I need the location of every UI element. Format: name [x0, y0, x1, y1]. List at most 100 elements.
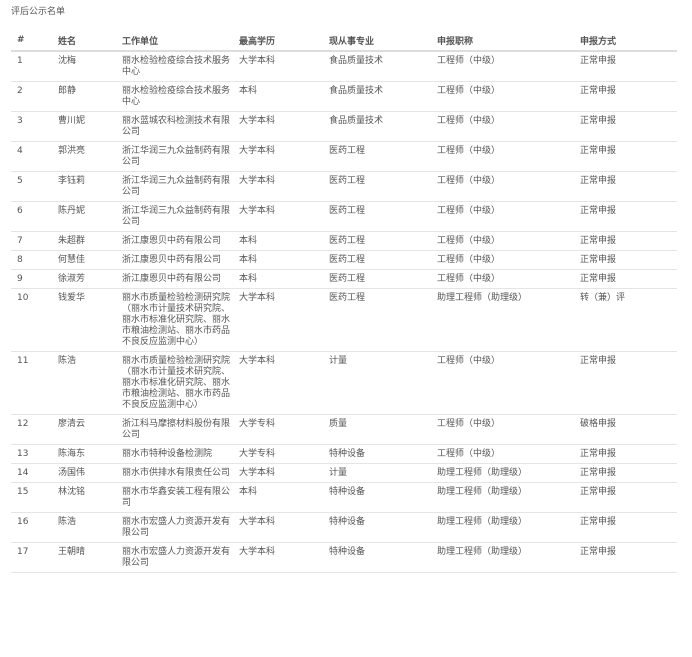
row-title-applied: 工程师（中级） [431, 351, 574, 415]
row-name: 陈丹妮 [52, 201, 116, 232]
table-row: 3 曹川妮 丽水蓝城农科检测技术有限公司 大学本科 食品质量技术 工程师（中级） 正常申报 [11, 111, 677, 142]
row-title-applied: 工程师（中级） [431, 111, 574, 142]
row-name: 陈浩 [52, 351, 116, 415]
row-employer: 丽水检验检疫综合技术服务中心 [116, 81, 233, 112]
table-header: # 姓名 工作单位 最高学历 现从事专业 申报职称 申报方式 [11, 30, 677, 52]
table-row: 6 陈丹妮 浙江华润三九众益制药有限公司 大学本科 医药工程 工程师（中级） 正常申报 [11, 201, 677, 232]
row-name: 沈梅 [52, 51, 116, 82]
row-application-method: 正常申报 [574, 269, 677, 289]
row-education: 大学本科 [233, 201, 323, 232]
row-employer: 丽水市质量检验检测研究院（丽水市计量技术研究院、丽水市标准化研究院、丽水市粮油检… [116, 288, 233, 352]
row-application-method: 正常申报 [574, 141, 677, 172]
header-index: # [11, 30, 52, 52]
table-row: 4 郭洪亮 浙江华润三九众益制药有限公司 大学本科 医药工程 工程师（中级） 正常申报 [11, 141, 677, 172]
row-index: 17 [11, 542, 52, 573]
row-specialty: 特种设备 [323, 444, 431, 464]
results-table: # 姓名 工作单位 最高学历 现从事专业 申报职称 申报方式 1 沈梅 丽水检验检疫… [11, 30, 677, 573]
row-index: 14 [11, 463, 52, 483]
row-application-method: 转（兼）评 [574, 288, 677, 352]
row-title-applied: 工程师（中级） [431, 201, 574, 232]
row-title-applied: 助理工程师（助理级） [431, 512, 574, 543]
page-title: 评后公示名单 [11, 7, 66, 17]
row-index: 12 [11, 414, 52, 445]
row-name: 曹川妮 [52, 111, 116, 142]
row-index: 1 [11, 51, 52, 82]
row-name: 何慧佳 [52, 250, 116, 270]
row-employer: 浙江华润三九众益制药有限公司 [116, 141, 233, 172]
row-index: 3 [11, 111, 52, 142]
row-education: 大学本科 [233, 463, 323, 483]
row-employer: 丽水市质量检验检测研究院（丽水市计量技术研究院、丽水市标准化研究院、丽水市粮油检… [116, 351, 233, 415]
table-row: 10 钱爱华 丽水市质量检验检测研究院（丽水市计量技术研究院、丽水市标准化研究院、丽… [11, 288, 677, 352]
table-row: 8 何慧佳 浙江康恩贝中药有限公司 本科 医药工程 工程师（中级） 正常申报 [11, 250, 677, 270]
row-index: 10 [11, 288, 52, 352]
row-employer: 丽水市特种设备检测院 [116, 444, 233, 464]
table-row: 2 郎静 丽水检验检疫综合技术服务中心 本科 食品质量技术 工程师（中级） 正常申报 [11, 81, 677, 112]
row-name: 汤国伟 [52, 463, 116, 483]
row-index: 7 [11, 231, 52, 251]
row-title-applied: 工程师（中级） [431, 51, 574, 82]
row-specialty: 食品质量技术 [323, 111, 431, 142]
table-body: 1 沈梅 丽水检验检疫综合技术服务中心 大学本科 食品质量技术 工程师（中级） 正常申报 2 郎… [11, 51, 677, 573]
table-row: 17 王朝晴 丽水市宏盛人力资源开发有限公司 大学本科 特种设备 助理工程师（助理级） 正常… [11, 542, 677, 573]
row-specialty: 医药工程 [323, 269, 431, 289]
row-education: 本科 [233, 482, 323, 513]
row-application-method: 正常申报 [574, 231, 677, 251]
row-specialty: 计量 [323, 463, 431, 483]
header-education: 最高学历 [233, 30, 323, 52]
row-education: 大学专科 [233, 414, 323, 445]
row-title-applied: 助理工程师（助理级） [431, 482, 574, 513]
row-index: 16 [11, 512, 52, 543]
table-row: 7 朱超群 浙江康恩贝中药有限公司 本科 医药工程 工程师（中级） 正常申报 [11, 231, 677, 251]
row-application-method: 正常申报 [574, 81, 677, 112]
row-name: 陈海东 [52, 444, 116, 464]
row-specialty: 医药工程 [323, 288, 431, 352]
row-title-applied: 工程师（中级） [431, 141, 574, 172]
row-application-method: 正常申报 [574, 542, 677, 573]
row-specialty: 医药工程 [323, 141, 431, 172]
row-education: 大学本科 [233, 512, 323, 543]
row-index: 11 [11, 351, 52, 415]
row-employer: 浙江华润三九众益制药有限公司 [116, 201, 233, 232]
row-title-applied: 工程师（中级） [431, 250, 574, 270]
row-employer: 丽水市供排水有限责任公司 [116, 463, 233, 483]
row-title-applied: 工程师（中级） [431, 81, 574, 112]
row-application-method: 正常申报 [574, 482, 677, 513]
row-index: 9 [11, 269, 52, 289]
row-education: 大学本科 [233, 171, 323, 202]
row-education: 大学本科 [233, 111, 323, 142]
row-education: 本科 [233, 269, 323, 289]
row-name: 钱爱华 [52, 288, 116, 352]
row-education: 大学本科 [233, 51, 323, 82]
header-row: # 姓名 工作单位 最高学历 现从事专业 申报职称 申报方式 [11, 30, 677, 52]
row-employer: 浙江华润三九众益制药有限公司 [116, 171, 233, 202]
row-name: 李钰莉 [52, 171, 116, 202]
row-employer: 丽水市宏盛人力资源开发有限公司 [116, 512, 233, 543]
row-title-applied: 助理工程师（助理级） [431, 542, 574, 573]
row-specialty: 特种设备 [323, 542, 431, 573]
row-application-method: 正常申报 [574, 512, 677, 543]
row-education: 本科 [233, 231, 323, 251]
table-row: 11 陈浩 丽水市质量检验检测研究院（丽水市计量技术研究院、丽水市标准化研究院、丽水… [11, 351, 677, 415]
row-index: 13 [11, 444, 52, 464]
row-employer: 丽水市宏盛人力资源开发有限公司 [116, 542, 233, 573]
row-name: 郎静 [52, 81, 116, 112]
row-specialty: 医药工程 [323, 250, 431, 270]
row-application-method: 破格申报 [574, 414, 677, 445]
header-name: 姓名 [52, 30, 116, 52]
row-application-method: 正常申报 [574, 201, 677, 232]
row-education: 大学本科 [233, 351, 323, 415]
row-application-method: 正常申报 [574, 351, 677, 415]
row-education: 本科 [233, 250, 323, 270]
row-name: 徐淑芳 [52, 269, 116, 289]
row-employer: 丽水检验检疫综合技术服务中心 [116, 51, 233, 82]
table-row: 13 陈海东 丽水市特种设备检测院 大学专科 特种设备 工程师（中级） 正常申报 [11, 444, 677, 464]
row-application-method: 正常申报 [574, 463, 677, 483]
row-application-method: 正常申报 [574, 444, 677, 464]
row-title-applied: 工程师（中级） [431, 414, 574, 445]
row-employer: 浙江康恩贝中药有限公司 [116, 269, 233, 289]
header-title-applied: 申报职称 [431, 30, 574, 52]
table-row: 16 陈浩 丽水市宏盛人力资源开发有限公司 大学本科 特种设备 助理工程师（助理级） 正常申… [11, 512, 677, 543]
table-row: 14 汤国伟 丽水市供排水有限责任公司 大学本科 计量 助理工程师（助理级） 正常申报 [11, 463, 677, 483]
row-education: 大学本科 [233, 141, 323, 172]
